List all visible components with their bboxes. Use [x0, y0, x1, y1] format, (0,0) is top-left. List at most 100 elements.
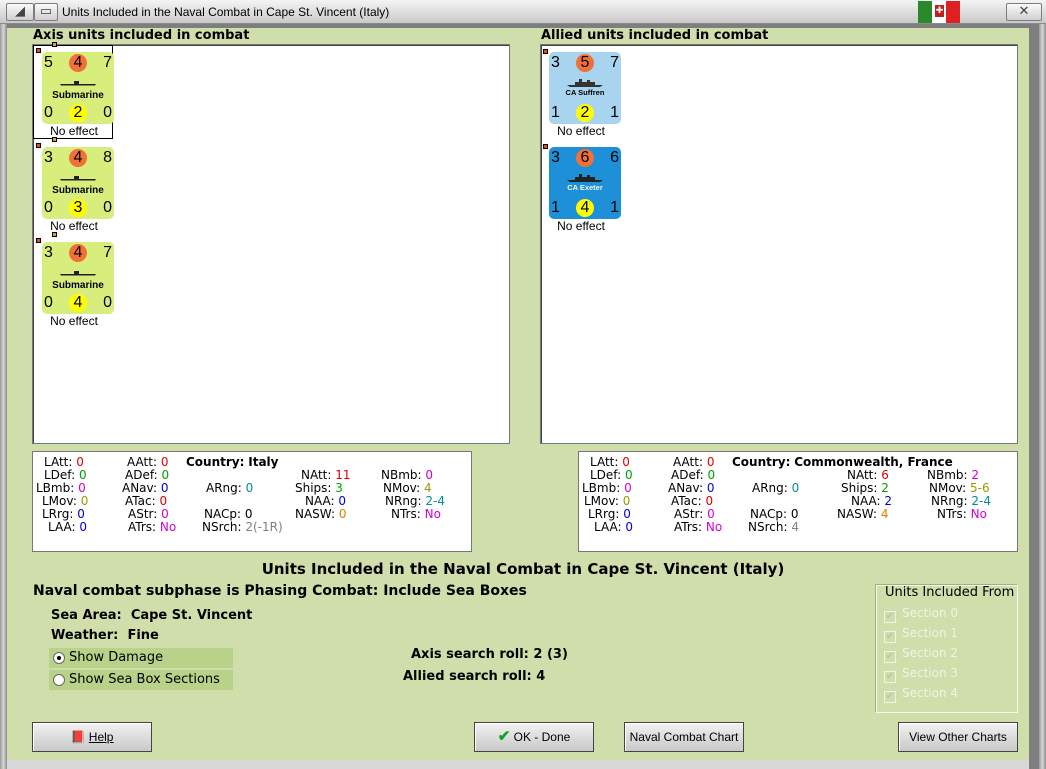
axis-ships: 3 — [335, 481, 343, 495]
weather-label: Weather: — [51, 628, 119, 643]
counter-bottom-left: 1 — [551, 199, 560, 216]
counter-top-right: 7 — [103, 244, 112, 261]
counter-attack: 4 — [69, 54, 87, 72]
show-damage-radio[interactable]: Show Damage — [49, 648, 233, 668]
counter-face: 3 4 8 Submarine 0 3 0 — [42, 147, 114, 219]
counter-bottom-left: 0 — [44, 199, 53, 216]
axis-country: Italy — [248, 455, 279, 469]
allied-naa: 2 — [884, 494, 893, 508]
naval-combat-chart-button[interactable]: Naval Combat Chart — [624, 722, 744, 752]
sections-group: Units Included From ✔ Section 0 ✔ Section … — [876, 585, 1018, 713]
unit-marker-icon — [52, 137, 57, 142]
unit-effect: No effect — [557, 124, 605, 138]
other-charts-label: View Other Charts — [909, 730, 1007, 744]
unit-counter[interactable]: 3 4 7 Submarine 0 4 0 No effect — [34, 232, 114, 328]
axis-laa: 0 — [79, 520, 87, 534]
restore-button[interactable]: ▭ — [34, 3, 58, 21]
axis-atrs: No — [159, 520, 177, 534]
axis-ldef: 0 — [78, 468, 87, 482]
axis-country-label: Country: — [186, 455, 245, 469]
counter-unit-name: Submarine — [52, 280, 104, 291]
ship-silhouette-icon — [60, 271, 96, 276]
counter-face: 3 6 6 CA Exeter 1 4 1 — [549, 147, 621, 219]
counter-bottom-right: 1 — [610, 104, 619, 121]
unit-effect: No effect — [50, 219, 98, 233]
allied-ships: 2 — [881, 481, 889, 495]
allied-country-label: Country: — [732, 455, 791, 469]
counter-top-left: 3 — [551, 149, 560, 166]
counter-top-right: 7 — [103, 54, 112, 71]
counter-attack: 4 — [69, 244, 87, 262]
axis-heading: Axis units included in combat — [33, 28, 250, 43]
section-4-checkbox: ✔ Section 4 — [884, 686, 959, 703]
ok-label: OK - Done — [513, 730, 571, 744]
counter-bottom-left: 1 — [551, 104, 560, 121]
axis-atac: 0 — [159, 494, 168, 508]
axis-adef: 0 — [161, 468, 170, 482]
italy-flag-icon: ✚ — [918, 1, 960, 23]
view-other-charts-button[interactable]: View Other Charts — [898, 722, 1018, 752]
radio-selected-icon — [53, 652, 65, 664]
sea-area-value: Cape St. Vincent — [130, 608, 253, 623]
counter-face: 3 5 7 CA Suffren 1 2 1 — [549, 52, 621, 124]
show-sections-radio[interactable]: Show Sea Box Sections — [49, 670, 233, 690]
unit-effect: No effect — [50, 314, 98, 328]
unit-effect: No effect — [557, 219, 605, 233]
allied-lmov: 0 — [622, 494, 631, 508]
title-bar: ◢ ▭ Units Included in the Naval Combat i… — [0, 0, 1046, 24]
naval-chart-label: Naval Combat Chart — [629, 730, 739, 744]
axis-nbmb: 0 — [425, 468, 434, 482]
close-icon: ✕ — [1018, 4, 1030, 19]
counter-unit-name: Submarine — [52, 90, 104, 101]
ok-done-button[interactable]: ✔ OK - Done — [474, 722, 594, 752]
axis-stats-panel: LAtt: 0 LDef: 0 LBmb: 0 LMov: 0 LRrg: 0 … — [32, 451, 472, 552]
unit-counter[interactable]: 5 4 7 Submarine 0 2 0 No effect — [33, 42, 114, 139]
unit-counter[interactable]: 3 5 7 CA Suffren 1 2 1 No effect — [541, 46, 621, 138]
counter-defense: 2 — [69, 104, 87, 122]
radio-unselected-icon — [53, 674, 65, 686]
axis-nsrch: 2(-1R) — [245, 520, 283, 534]
section-1-label: Section 1 — [902, 626, 959, 640]
counter-bottom-right: 0 — [103, 199, 112, 216]
unit-marker-icon — [543, 49, 548, 54]
axis-nrng: 2-4 — [425, 494, 446, 508]
unit-effect: No effect — [50, 124, 98, 138]
allied-laa: 0 — [625, 520, 633, 534]
counter-attack: 6 — [576, 149, 594, 167]
allied-atac: 0 — [705, 494, 714, 508]
axis-lrrg: 0 — [77, 507, 85, 521]
allied-nasw: 4 — [880, 507, 889, 521]
section-1-checkbox: ✔ Section 1 — [884, 626, 959, 643]
weather-value: Fine — [127, 628, 159, 643]
allied-anav: 0 — [706, 481, 715, 495]
subphase-text: Naval combat subphase is Phasing Combat:… — [33, 583, 527, 599]
allied-natt: 6 — [881, 468, 889, 482]
allied-nbmb: 2 — [971, 468, 980, 482]
counter-defense: 4 — [576, 199, 594, 217]
allied-atrs: No — [705, 520, 723, 534]
counter-bottom-left: 0 — [44, 294, 53, 311]
help-button[interactable]: 📕 Help — [32, 722, 152, 752]
allied-arng: 0 — [791, 481, 800, 495]
system-menu-button[interactable]: ◢ — [6, 3, 34, 21]
axis-arng: 0 — [245, 481, 254, 495]
counter-bottom-right: 0 — [103, 294, 112, 311]
help-book-icon: 📕 — [70, 730, 86, 744]
axis-nasw: 0 — [338, 507, 347, 521]
counter-top-left: 5 — [44, 54, 53, 71]
axis-nmov: 4 — [423, 481, 432, 495]
axis-ntrs: No — [424, 507, 441, 521]
counter-top-left: 3 — [44, 244, 53, 261]
window-title: Units Included in the Naval Combat in Ca… — [62, 5, 390, 19]
unit-counter[interactable]: 3 4 8 Submarine 0 3 0 No effect — [34, 137, 114, 233]
sections-title: Units Included From — [883, 585, 1017, 600]
unit-counter[interactable]: 3 6 6 CA Exeter 1 4 1 No effect — [541, 141, 621, 233]
counter-top-left: 3 — [551, 54, 560, 71]
counter-defense: 3 — [69, 199, 87, 217]
allied-ldef: 0 — [624, 468, 633, 482]
close-button[interactable]: ✕ — [1006, 3, 1042, 21]
allied-roll-value: 4 — [536, 669, 546, 684]
ship-silhouette-icon — [60, 81, 96, 86]
show-damage-label: Show Damage — [69, 650, 164, 665]
unit-marker-icon — [36, 143, 41, 148]
